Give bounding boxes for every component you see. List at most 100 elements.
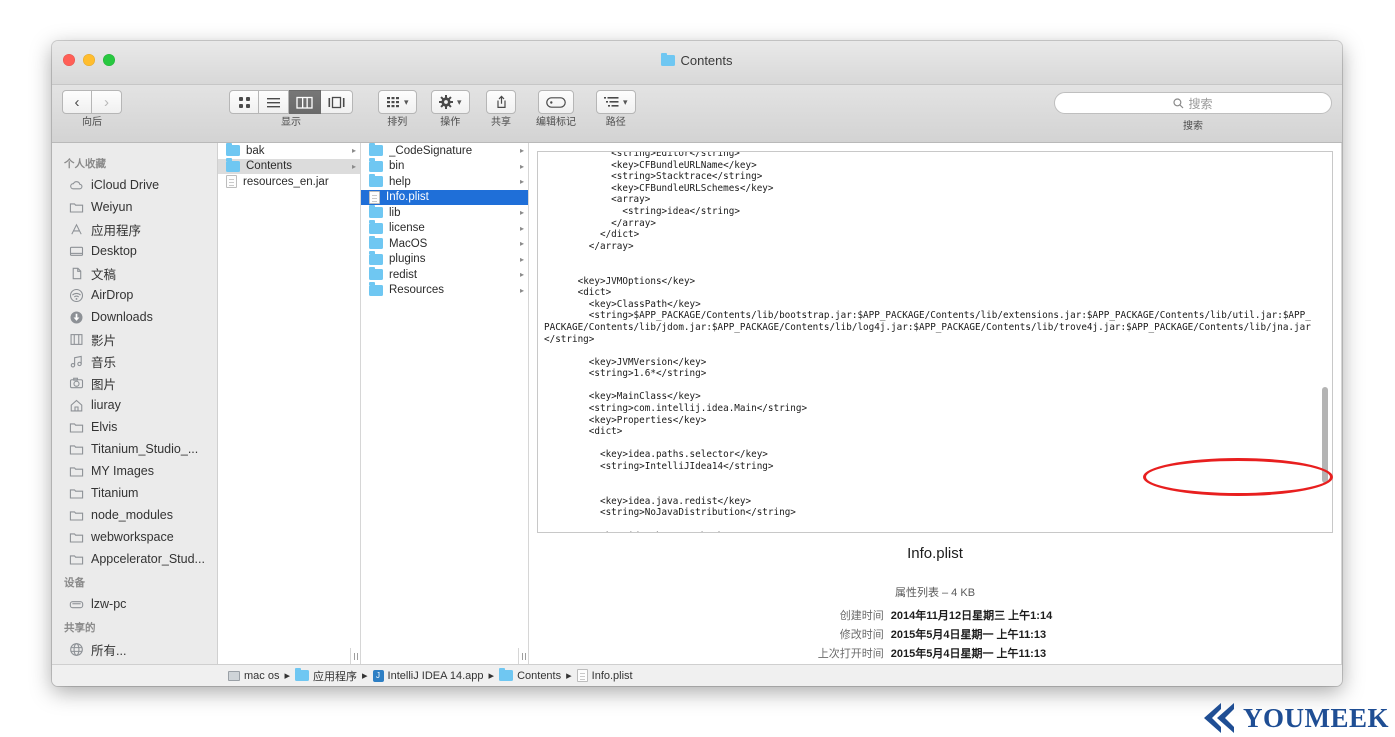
browser-row-label: license <box>389 222 514 234</box>
browser-row[interactable]: Info.plist <box>361 190 528 206</box>
youmeek-logo-icon <box>1201 701 1241 735</box>
path-segment-intellijidea14app[interactable]: JIntelliJ IDEA 14.app <box>373 670 484 682</box>
folder-icon <box>369 238 383 249</box>
path-segment-contents[interactable]: Contents <box>499 670 561 682</box>
sidebar-item-iclouddrive[interactable]: iCloud Drive <box>52 174 217 196</box>
action-button[interactable]: ▾ <box>431 90 470 114</box>
path-segment-macos[interactable]: mac os <box>228 670 279 682</box>
sidebar-item-weiyun[interactable]: Weiyun <box>52 196 217 218</box>
sidebar-item-liuray[interactable]: liuray <box>52 394 217 416</box>
sidebar-item-appcelerator_stud[interactable]: Appcelerator_Stud... <box>52 548 217 570</box>
browser-row[interactable]: redist▸ <box>361 267 528 283</box>
browser-row-label: MacOS <box>389 238 514 250</box>
sidebar-item-downloads[interactable]: Downloads <box>52 306 217 328</box>
chevron-left-icon: ‹ <box>75 94 80 111</box>
browser-row[interactable]: bin▸ <box>361 159 528 175</box>
column-view-icon <box>296 96 313 109</box>
chevron-right-icon: ▸ <box>352 162 356 171</box>
column-resize-handle[interactable] <box>350 648 361 664</box>
file-attributes-body: 创建时间2014年11月12日星期三 上午1:14修改时间2015年5月4日星期… <box>818 605 1052 662</box>
browser-row[interactable]: resources_en.jar <box>218 174 360 190</box>
list-view-button[interactable] <box>259 90 289 114</box>
path-segment-infoplist[interactable]: Info.plist <box>577 669 633 682</box>
tag-icon <box>546 97 566 108</box>
arrange-caption: 排列 <box>387 117 407 128</box>
sidebar-item-node_modules[interactable]: node_modules <box>52 504 217 526</box>
file-icon <box>369 191 380 204</box>
sidebar-item-[interactable]: 所有... <box>52 638 217 660</box>
browser-row[interactable]: _CodeSignature▸ <box>361 143 528 159</box>
sidebar-item-lzwpc[interactable]: lzw-pc <box>52 593 217 615</box>
preview-scrollbar-thumb[interactable] <box>1322 387 1328 484</box>
pictures-icon <box>68 375 84 391</box>
search-field[interactable]: 搜索 <box>1054 92 1332 114</box>
sidebar-item-[interactable]: 文稿 <box>52 262 217 284</box>
path-segment-label: Contents <box>517 670 561 682</box>
path-segment-[interactable]: 应用程序 <box>295 668 357 684</box>
browser-row[interactable]: license▸ <box>361 221 528 237</box>
sidebar-item-airdrop[interactable]: AirDrop <box>52 284 217 306</box>
sidebar-item-webworkspace[interactable]: webworkspace <box>52 526 217 548</box>
sidebar-item-[interactable]: 影片 <box>52 328 217 350</box>
browser-row[interactable]: plugins▸ <box>361 252 528 268</box>
youmeek-watermark: YOUMEEK <box>1201 701 1389 735</box>
file-attribute-value: 2015年5月4日星期一 上午11:13 <box>891 643 1052 662</box>
preview-code-text: <string>Editor</string> <key>CFBundleURL… <box>544 151 1316 533</box>
path-button[interactable]: ▾ <box>596 90 636 114</box>
preview-scrollbar[interactable] <box>1321 156 1329 528</box>
sidebar-item-[interactable]: 音乐 <box>52 350 217 372</box>
nav-group: ‹ › 向后 <box>62 90 122 128</box>
sidebar-item-label: lzw-pc <box>91 597 126 611</box>
chevron-right-icon: › <box>104 94 109 111</box>
sidebar-item-[interactable]: 应用程序 <box>52 218 217 240</box>
column-view-button[interactable] <box>289 90 321 114</box>
sidebar-item-titanium[interactable]: Titanium <box>52 482 217 504</box>
finder-body: 个人收藏iCloud DriveWeiyun应用程序Desktop文稿AirDr… <box>52 143 1342 664</box>
sidebar-item-elvis[interactable]: Elvis <box>52 416 217 438</box>
sidebar-item-[interactable]: 图片 <box>52 372 217 394</box>
chevron-right-icon: ▸ <box>520 270 524 279</box>
path-separator-icon: ▸ <box>284 669 290 682</box>
browser-row[interactable]: lib▸ <box>361 205 528 221</box>
edit-tags-button[interactable] <box>538 90 574 114</box>
sidebar-item-myimages[interactable]: MY Images <box>52 460 217 482</box>
tags-caption: 编辑标记 <box>536 117 576 128</box>
path-segment-label: mac os <box>244 670 279 682</box>
preview-code-wrap: <string>Editor</string> <key>CFBundleURL… <box>529 143 1341 533</box>
folder-icon <box>226 145 240 156</box>
file-icon <box>226 175 237 188</box>
sidebar-item-label: 应用程序 <box>91 220 141 239</box>
browser-row[interactable]: Contents▸ <box>218 159 360 175</box>
browser-row[interactable]: help▸ <box>361 174 528 190</box>
sidebar-item-titanium_studio_[interactable]: Titanium_Studio_... <box>52 438 217 460</box>
chevron-right-icon: ▸ <box>520 177 524 186</box>
gallery-view-button[interactable] <box>321 90 353 114</box>
icon-view-icon <box>238 96 251 109</box>
sidebar-item-label: Weiyun <box>91 200 132 214</box>
file-attribute-row: 上次打开时间2015年5月4日星期一 上午11:13 <box>818 643 1052 662</box>
list-view-icon <box>266 96 281 109</box>
back-button[interactable]: ‹ <box>62 90 92 114</box>
browser-column-1[interactable]: bak▸Contents▸resources_en.jar <box>218 143 361 664</box>
action-caption: 操作 <box>440 117 460 128</box>
chevron-down-icon: ▾ <box>623 97 628 108</box>
forward-button[interactable]: › <box>92 90 122 114</box>
movies-icon <box>68 331 84 347</box>
disk-icon <box>228 671 240 681</box>
sidebar-item-desktop[interactable]: Desktop <box>52 240 217 262</box>
folder-icon <box>369 207 383 218</box>
app-icon: J <box>373 670 384 682</box>
browser-column-2[interactable]: _CodeSignature▸bin▸help▸Info.plistlib▸li… <box>361 143 529 664</box>
browser-row[interactable]: MacOS▸ <box>361 236 528 252</box>
share-button[interactable] <box>486 90 516 114</box>
column-resize-handle[interactable] <box>518 648 529 664</box>
sidebar-item-label: Downloads <box>91 310 153 324</box>
path-bar[interactable]: mac os▸应用程序▸JIntelliJ IDEA 14.app▸Conten… <box>52 664 1342 686</box>
browser-row[interactable]: bak▸ <box>218 143 360 159</box>
icon-view-button[interactable] <box>229 90 259 114</box>
folder-icon <box>68 419 84 435</box>
browser-row[interactable]: Resources▸ <box>361 283 528 299</box>
arrange-button[interactable]: ▾ <box>378 90 417 114</box>
sidebar-section-header: 共享的 <box>52 615 217 638</box>
sidebar[interactable]: 个人收藏iCloud DriveWeiyun应用程序Desktop文稿AirDr… <box>52 143 218 664</box>
